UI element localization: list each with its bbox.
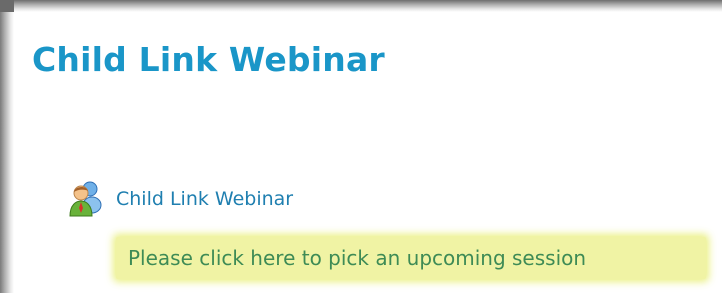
page-container: Child Link Webinar Child Link Webinar Pl… [0,0,722,293]
module-row: Child Link Webinar [66,180,293,218]
page-title: Child Link Webinar [32,40,385,79]
corner-shadow [0,0,14,12]
left-shadow [0,0,14,293]
pick-session-link[interactable]: Please click here to pick an upcoming se… [116,237,706,279]
webinar-link[interactable]: Child Link Webinar [116,188,293,210]
webinar-people-icon[interactable] [66,180,102,218]
top-shadow [0,0,722,12]
